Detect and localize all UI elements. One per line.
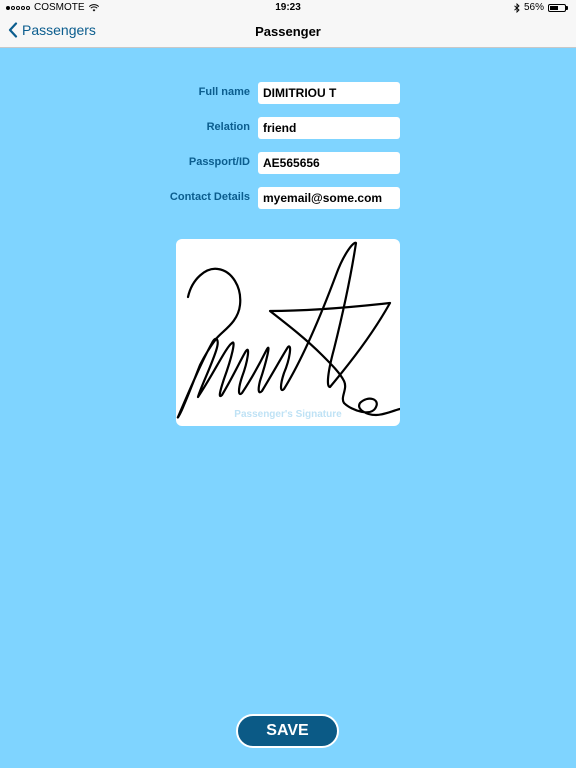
relation-label: Relation xyxy=(206,121,250,133)
battery-percent: 56% xyxy=(523,2,544,13)
status-bar: COSMOTE 19:23 56% xyxy=(0,0,576,16)
status-time: 19:23 xyxy=(275,2,301,13)
battery-icon xyxy=(548,3,566,12)
signature-pad[interactable]: Passenger's Signature xyxy=(176,239,400,426)
status-right: 56% xyxy=(514,2,568,13)
form-row-relation: Relation xyxy=(0,117,576,139)
navigation-bar: Passengers Passenger xyxy=(0,16,576,48)
full-name-input[interactable] xyxy=(258,82,400,104)
passport-id-input[interactable] xyxy=(258,152,400,174)
battery-cap xyxy=(566,5,568,10)
bluetooth-icon xyxy=(514,2,520,13)
form-row-full-name: Full name xyxy=(0,82,576,104)
save-button[interactable]: SAVE xyxy=(236,714,339,748)
battery-level-fill xyxy=(550,5,558,10)
full-name-label: Full name xyxy=(198,86,250,98)
contact-details-input[interactable] xyxy=(258,187,400,209)
contact-details-label: Contact Details xyxy=(169,191,250,203)
form-row-passport: Passport/ID xyxy=(0,152,576,174)
relation-input[interactable] xyxy=(258,117,400,139)
signature-drawing xyxy=(176,241,400,419)
form-row-contact: Contact Details xyxy=(0,187,576,209)
page-title: Passenger xyxy=(255,24,321,39)
passport-id-label: Passport/ID xyxy=(188,156,250,168)
